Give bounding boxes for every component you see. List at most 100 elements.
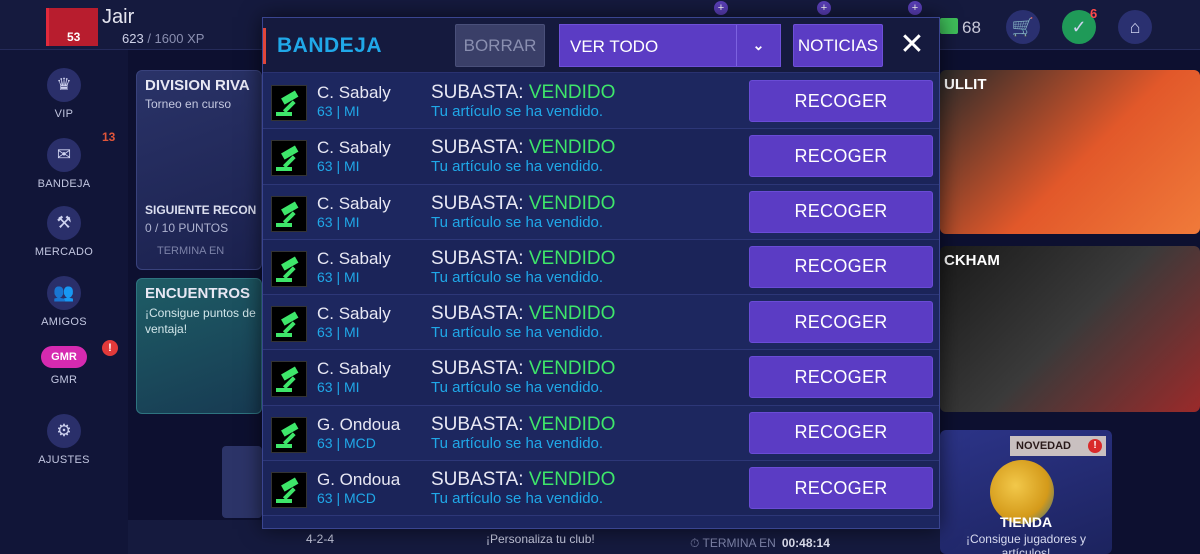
card-description: ¡Consigue puntos de ventaja! — [145, 306, 256, 336]
auction-status: SUBASTA: VENDIDO — [431, 247, 616, 269]
sidebar-item-amigos[interactable]: 👥 AMIGOS — [0, 276, 128, 328]
chevron-down-icon[interactable]: ⌄ — [736, 25, 780, 66]
auction-status: SUBASTA: VENDIDO — [431, 469, 616, 491]
customize-club-label[interactable]: ¡Personaliza tu club! — [486, 532, 595, 546]
collect-button[interactable]: RECOGER — [749, 467, 933, 510]
card-title: CKHAM — [944, 252, 1000, 269]
auction-status: SUBASTA: VENDIDO — [431, 137, 616, 159]
modal-title: BANDEJA — [277, 34, 383, 57]
status-text: VENDIDO — [528, 413, 616, 435]
plus-icon[interactable]: + — [714, 1, 728, 15]
collect-button[interactable]: RECOGER — [749, 411, 933, 454]
promo-card-beckham[interactable]: CKHAM — [940, 246, 1200, 412]
player-info: 63 | MI — [317, 103, 360, 119]
encuentros-card[interactable]: ENCUENTROS ¡Consigue puntos de ventaja! — [136, 278, 262, 414]
alert-icon: ! — [1088, 439, 1102, 453]
sidebar-item-label: BANDEJA — [37, 178, 91, 190]
division-rivals-card[interactable]: DIVISION RIVA Torneo en curso SIGUIENTE … — [136, 70, 262, 270]
timer-value: 00:48:14 — [781, 536, 830, 550]
player-name: C. Sabaly — [317, 304, 391, 324]
player-name: C. Sabaly — [317, 193, 391, 213]
ends-label: TERMINA EN — [157, 245, 225, 257]
plus-icon[interactable]: + — [817, 1, 831, 15]
sidebar: ♛ VIP ✉ BANDEJA 13 ⚒ MERCADO 👥 AMIGOS GM… — [0, 50, 128, 554]
sold-message: Tu artículo se ha vendido. — [431, 103, 604, 120]
player-level: 53 — [67, 30, 81, 44]
friends-icon: 👥 — [47, 276, 81, 310]
player-xp: 623 / 1600 XP — [122, 31, 205, 46]
promo-card-gullit[interactable]: ULLIT — [940, 70, 1200, 234]
sold-message: Tu artículo se ha vendido. — [431, 213, 604, 231]
player-info: 63 | MCD — [317, 434, 376, 451]
collect-button[interactable]: RECOGER — [749, 135, 933, 178]
list-item: G. Ondoua 63 | MCD SUBASTA: VENDIDO Tu a… — [263, 405, 939, 462]
collect-button[interactable]: RECOGER — [749, 190, 933, 233]
collect-button[interactable]: RECOGER — [749, 356, 933, 399]
checklist-icon: ✓ — [1071, 16, 1087, 37]
store-cart-button[interactable]: 🛒 — [1006, 10, 1040, 44]
next-reward-label: SIGUIENTE RECON — [145, 203, 257, 217]
sidebar-item-label: VIP — [54, 108, 74, 120]
auction-gavel-icon — [271, 250, 307, 287]
modal-header: BANDEJA BORRAR VER TODO ⌄ NOTICIAS ✕ — [263, 18, 939, 73]
home-button[interactable]: ⌂ — [1118, 10, 1152, 44]
auction-gavel-icon — [271, 472, 307, 509]
status-text: VENDIDO — [528, 358, 616, 380]
collect-button[interactable]: RECOGER — [749, 80, 933, 122]
card-title: DIVISION RIVA — [145, 77, 250, 94]
list-item: C. Sabaly 63 | MI SUBASTA: VENDIDO Tu ar… — [263, 350, 939, 406]
player-name: C. Sabaly — [317, 248, 391, 268]
status-text: VENDIDO — [528, 469, 616, 491]
alert-icon: ! — [102, 340, 118, 356]
store-title: TIENDA — [999, 514, 1053, 530]
mail-icon: ✉ — [47, 138, 81, 172]
points-progress: 0 / 10 PUNTOS — [145, 221, 229, 235]
player-name: G. Ondoua — [317, 414, 401, 434]
gavel-icon: ⚒ — [47, 206, 81, 240]
cart-icon: 🛒 — [1011, 16, 1035, 37]
header-accent — [263, 28, 266, 64]
timer: ⏱ TERMINA EN 00:48:14 — [690, 536, 830, 550]
sidebar-item-ajustes[interactable]: ⚙ AJUSTES — [0, 414, 128, 466]
list-item: C. Sabaly 63 | MI SUBASTA: VENDIDO Tu ar… — [263, 184, 939, 240]
sold-message: Tu artículo se ha vendido. — [431, 158, 604, 176]
filter-dropdown[interactable]: VER TODO ⌄ — [559, 24, 781, 67]
store-card[interactable]: NOVEDAD! TIENDA ¡Consigue jugadores y ar… — [940, 430, 1112, 554]
sidebar-item-gmr[interactable]: GMR ! GMR — [0, 340, 128, 386]
sidebar-item-label: AJUSTES — [38, 454, 90, 466]
auction-status: SUBASTA: VENDIDO — [431, 192, 616, 214]
sidebar-item-mercado[interactable]: ⚒ MERCADO — [0, 206, 128, 258]
store-subtitle: ¡Consigue jugadores y artículos! — [965, 532, 1087, 554]
inbox-list: C. Sabaly 63 | MI SUBASTA: VENDIDO Tu ar… — [263, 74, 939, 517]
plus-icon[interactable]: + — [908, 1, 922, 15]
list-item: C. Sabaly 63 | MI SUBASTA: VENDIDO Tu ar… — [263, 239, 939, 296]
status-text: VENDIDO — [528, 137, 616, 159]
sold-message: Tu artículo se ha vendido. — [431, 268, 604, 286]
sold-message: Tu artículo se ha vendido. — [431, 379, 604, 397]
player-name: C. Sabaly — [317, 83, 391, 102]
delete-button[interactable]: BORRAR — [455, 24, 545, 67]
collect-button[interactable]: RECOGER — [749, 301, 933, 344]
sold-message: Tu artículo se ha vendido. — [431, 434, 604, 452]
close-icon[interactable]: ✕ — [897, 30, 927, 60]
player-info: 63 | MI — [317, 158, 360, 175]
bandeja-badge: 13 — [102, 130, 116, 144]
player-avatar[interactable]: 53 — [46, 8, 98, 46]
currency-icon — [940, 18, 958, 34]
player-info: 63 | MI — [317, 324, 360, 341]
collect-button[interactable]: RECOGER — [749, 245, 933, 288]
status-text: VENDIDO — [528, 247, 616, 269]
auction-gavel-icon — [271, 85, 307, 121]
news-button[interactable]: NOTICIAS — [793, 24, 883, 67]
sidebar-item-bandeja[interactable]: ✉ BANDEJA 13 — [0, 130, 128, 190]
auction-gavel-icon — [271, 140, 307, 177]
player-info: 63 | MCD — [317, 490, 376, 507]
auction-status: SUBASTA: VENDIDO — [431, 82, 616, 103]
formation-label: 4-2-4 — [306, 532, 335, 546]
sold-message: Tu artículo se ha vendido. — [431, 490, 604, 508]
sidebar-item-vip[interactable]: ♛ VIP — [0, 68, 128, 120]
inbox-modal: BANDEJA BORRAR VER TODO ⌄ NOTICIAS ✕ C. … — [262, 17, 940, 529]
auction-status: SUBASTA: VENDIDO — [431, 413, 616, 435]
auction-gavel-icon — [271, 416, 307, 453]
player-info: 63 | MI — [317, 379, 360, 396]
